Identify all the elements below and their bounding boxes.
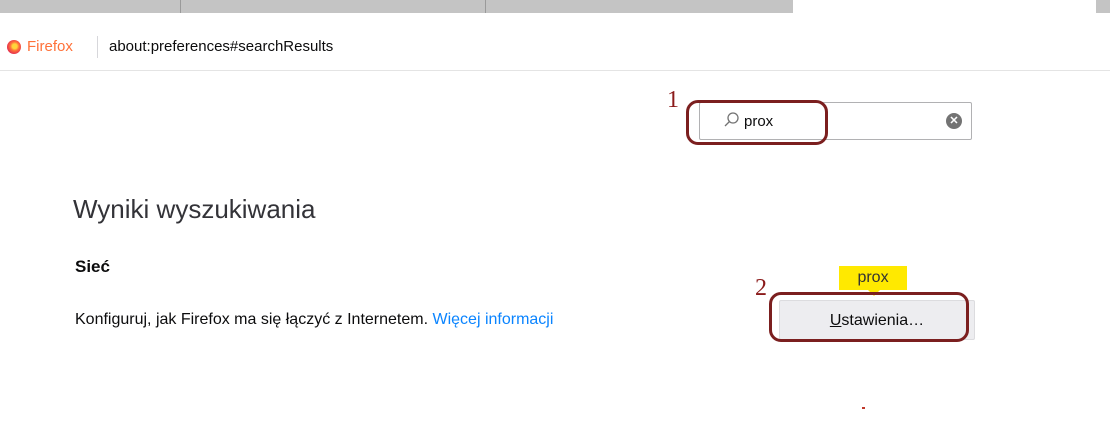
annotation-mark xyxy=(862,407,865,409)
section-title-network: Sieć xyxy=(75,257,110,276)
annotation-highlight-search xyxy=(686,100,828,145)
annotation-number-1: 1 xyxy=(667,87,679,113)
description-text: Konfiguruj, jak Firefox ma się łączyć z … xyxy=(75,311,429,328)
page-title: Wyniki wyszukiwania xyxy=(73,194,316,224)
annotation-number-2: 2 xyxy=(755,275,767,301)
section-description: Konfiguruj, jak Firefox ma się łączyć z … xyxy=(75,311,553,329)
url-text[interactable]: about:preferences#searchResults xyxy=(109,38,333,55)
search-match-tooltip: prox xyxy=(839,266,907,290)
learn-more-link[interactable]: Więcej informacji xyxy=(432,311,553,328)
url-bar[interactable]: Firefox about:preferences#searchResults xyxy=(0,24,1110,71)
clear-search-icon[interactable]: ✕ xyxy=(946,113,962,129)
tab-overflow[interactable] xyxy=(1096,0,1110,13)
url-divider xyxy=(97,36,98,58)
annotation-highlight-settings xyxy=(769,292,969,342)
tab-separator xyxy=(180,0,181,13)
tab-background[interactable] xyxy=(0,0,793,13)
firefox-logo-icon xyxy=(7,40,21,54)
tab-separator xyxy=(485,0,486,13)
identity-label[interactable]: Firefox xyxy=(27,38,73,55)
tab-strip xyxy=(0,0,1110,16)
